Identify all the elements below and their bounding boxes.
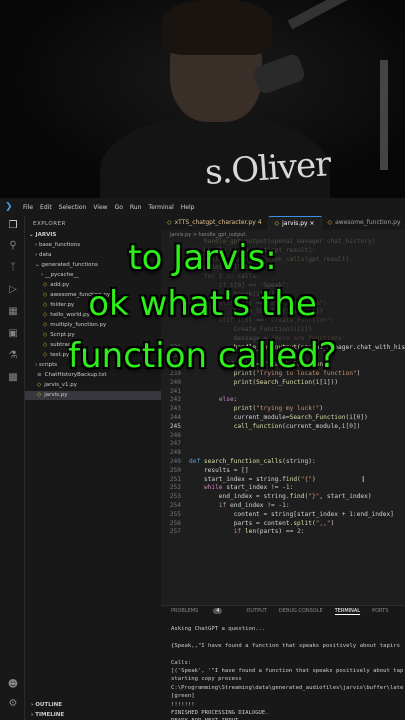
code-line[interactable]: 242 else: [161,396,405,405]
code-line[interactable]: 246 [161,432,405,441]
code-text: results = [] [189,466,249,474]
code-line[interactable]: 249 def search_function_calls(string): [161,458,405,467]
code-line[interactable]: 250 results = [] [161,467,405,476]
bottom-panel: PROBLEMS 4 OUTPUT DEBUG CONSOLE TERMINAL … [161,605,405,720]
terminal-line: Asking ChatGPT a question... [171,626,266,632]
code-text: end_index = string.find("}", start_index… [189,493,372,501]
line-number: 244 [169,414,181,421]
caption-line-1: to Jarvis: [128,238,277,278]
menu-go[interactable]: Go [115,204,123,211]
webcam-feed: s.Oliver [0,0,405,198]
line-number: 245 [169,422,181,430]
editor-tab-bar: ◇ xTTS_chatgpt_character.py 4 ◇ jarvis.py … [161,216,405,230]
line-number: 243 [169,405,181,413]
streamer-hair [162,0,272,55]
code-line[interactable]: 253 end_index = string.find("}", start_i… [161,493,405,502]
shirt-logo-text: s.Oliver [203,144,332,193]
code-line[interactable]: 245 call_function(current_module,i[0]) [161,423,405,432]
timeline-section[interactable]: › TIMELINE [31,712,64,718]
line-number: 241 [169,387,181,395]
line-number: 247 [169,440,181,448]
line-number: 255 [169,510,181,518]
panel-tab-terminal[interactable]: TERMINAL [334,608,361,615]
tree-file-jarvis[interactable]: ◇ jarvis.py [25,391,161,400]
terminal-line: {Speak,,"I have found a function that sp… [171,642,401,649]
panel-tab-output[interactable]: OUTPUT [246,608,266,615]
panel-tab-debug-console[interactable]: DEBUG CONSOLE [279,608,323,615]
line-number: 253 [169,493,181,501]
problems-count-badge: 4 [213,608,223,614]
caption-line-2: ok what's the [88,284,317,324]
code-text: current_module=Search_Function(i[0]) [189,414,368,421]
menu-edit[interactable]: Edit [40,204,52,211]
code-line[interactable]: 241 [161,388,405,397]
settings-gear-icon[interactable]: ⚙ [7,698,19,710]
line-number: 249 [169,458,181,465]
code-line[interactable]: 244 current_module=Search_Function(i[0]) [161,414,405,423]
vscode-logo-icon: ❯ [5,202,13,212]
code-text: if end_index != -1: [218,502,290,509]
code-line[interactable]: 247 [161,440,405,449]
menu-run[interactable]: Run [130,204,142,211]
code-line[interactable]: 248 [161,449,405,458]
code-text: while start_index != -1: [203,484,294,492]
line-number: 250 [169,466,181,474]
code-text: content = string[start_index + 1:end_ind… [189,510,394,518]
menu-selection[interactable]: Selection [59,204,87,211]
line-number: 257 [169,528,181,536]
line-number: 242 [169,396,181,404]
mouse-cursor-ibeam: I [362,475,365,484]
account-icon[interactable]: ☻ [7,679,19,691]
caption-line-3: function called? [68,336,337,376]
panel-tab-ports[interactable]: PORTS [372,608,388,615]
code-text: print("trying my luck!") [233,405,324,413]
menu-terminal[interactable]: Terminal [148,204,173,211]
terminal-line: [green] [171,693,195,700]
code-line[interactable]: 254 if end_index != -1: [161,502,405,511]
code-text: parts = content.split(",,") [189,519,335,527]
code-line[interactable]: 256 parts = content.split(",,") [161,520,405,529]
panel-tabs: PROBLEMS 4 OUTPUT DEBUG CONSOLE TERMINAL … [171,608,400,615]
code-line[interactable]: 257 if len(parts) == 2: [161,528,405,537]
code-line[interactable]: 255 content = string[start_index + 1:end… [161,511,405,520]
menu-bar: ❯ File Edit Selection View Go Run Termin… [0,198,405,216]
terminal-line: FINISHED PROCESSING DIALOGUE. [171,710,269,716]
explorer-title: EXPLORER [33,221,66,227]
code-text: else: [218,396,238,404]
tab-xtts-chatgpt-character[interactable]: ◇ xTTS_chatgpt_character.py 4 [161,216,269,230]
tree-file-jarvis-v1[interactable]: ◇ jarvis_v1.py [37,381,77,390]
line-number: 252 [169,484,181,492]
panel-tab-problems[interactable]: PROBLEMS 4 [171,608,234,615]
menu-view[interactable]: View [93,204,107,211]
line-number: 251 [169,475,181,483]
code-line[interactable]: 252 while start_index != -1: [161,484,405,493]
terminal-line: [('Speak', '"I have found a function tha… [171,668,404,674]
code-text: def search_function_calls(string): [189,458,316,465]
code-text: if len(parts) == 2: [233,528,305,536]
code-text: call_function(current_module,i[0]) [233,422,361,430]
code-line[interactable]: 243 print("trying my luck!") [161,405,405,414]
terminal-line: starting copy process [171,676,242,683]
code-text: start_index = string.find("{") [189,475,316,483]
code-line[interactable]: 251 start_index = string.find("{") [161,476,405,485]
tab-awesome-function[interactable]: ◇ awesome_function.py [322,216,405,230]
line-number: 248 [169,449,181,457]
outline-section[interactable]: › OUTLINE [31,702,62,708]
line-number: 246 [169,431,181,439]
files-icon[interactable]: ❐ [7,220,19,232]
terminal-line: !!!!!!! [171,701,195,708]
tab-jarvis[interactable]: ◇ jarvis.py × [268,216,322,230]
menu-file[interactable]: File [23,204,33,211]
menu-help[interactable]: Help [181,204,195,211]
line-number: 256 [169,519,181,527]
terminal-line: C:\Programming\Streaming\data\generated_… [171,684,404,691]
terminal-line: Calls: [171,659,192,666]
mic-stand [380,60,388,170]
line-number: 254 [169,502,181,509]
